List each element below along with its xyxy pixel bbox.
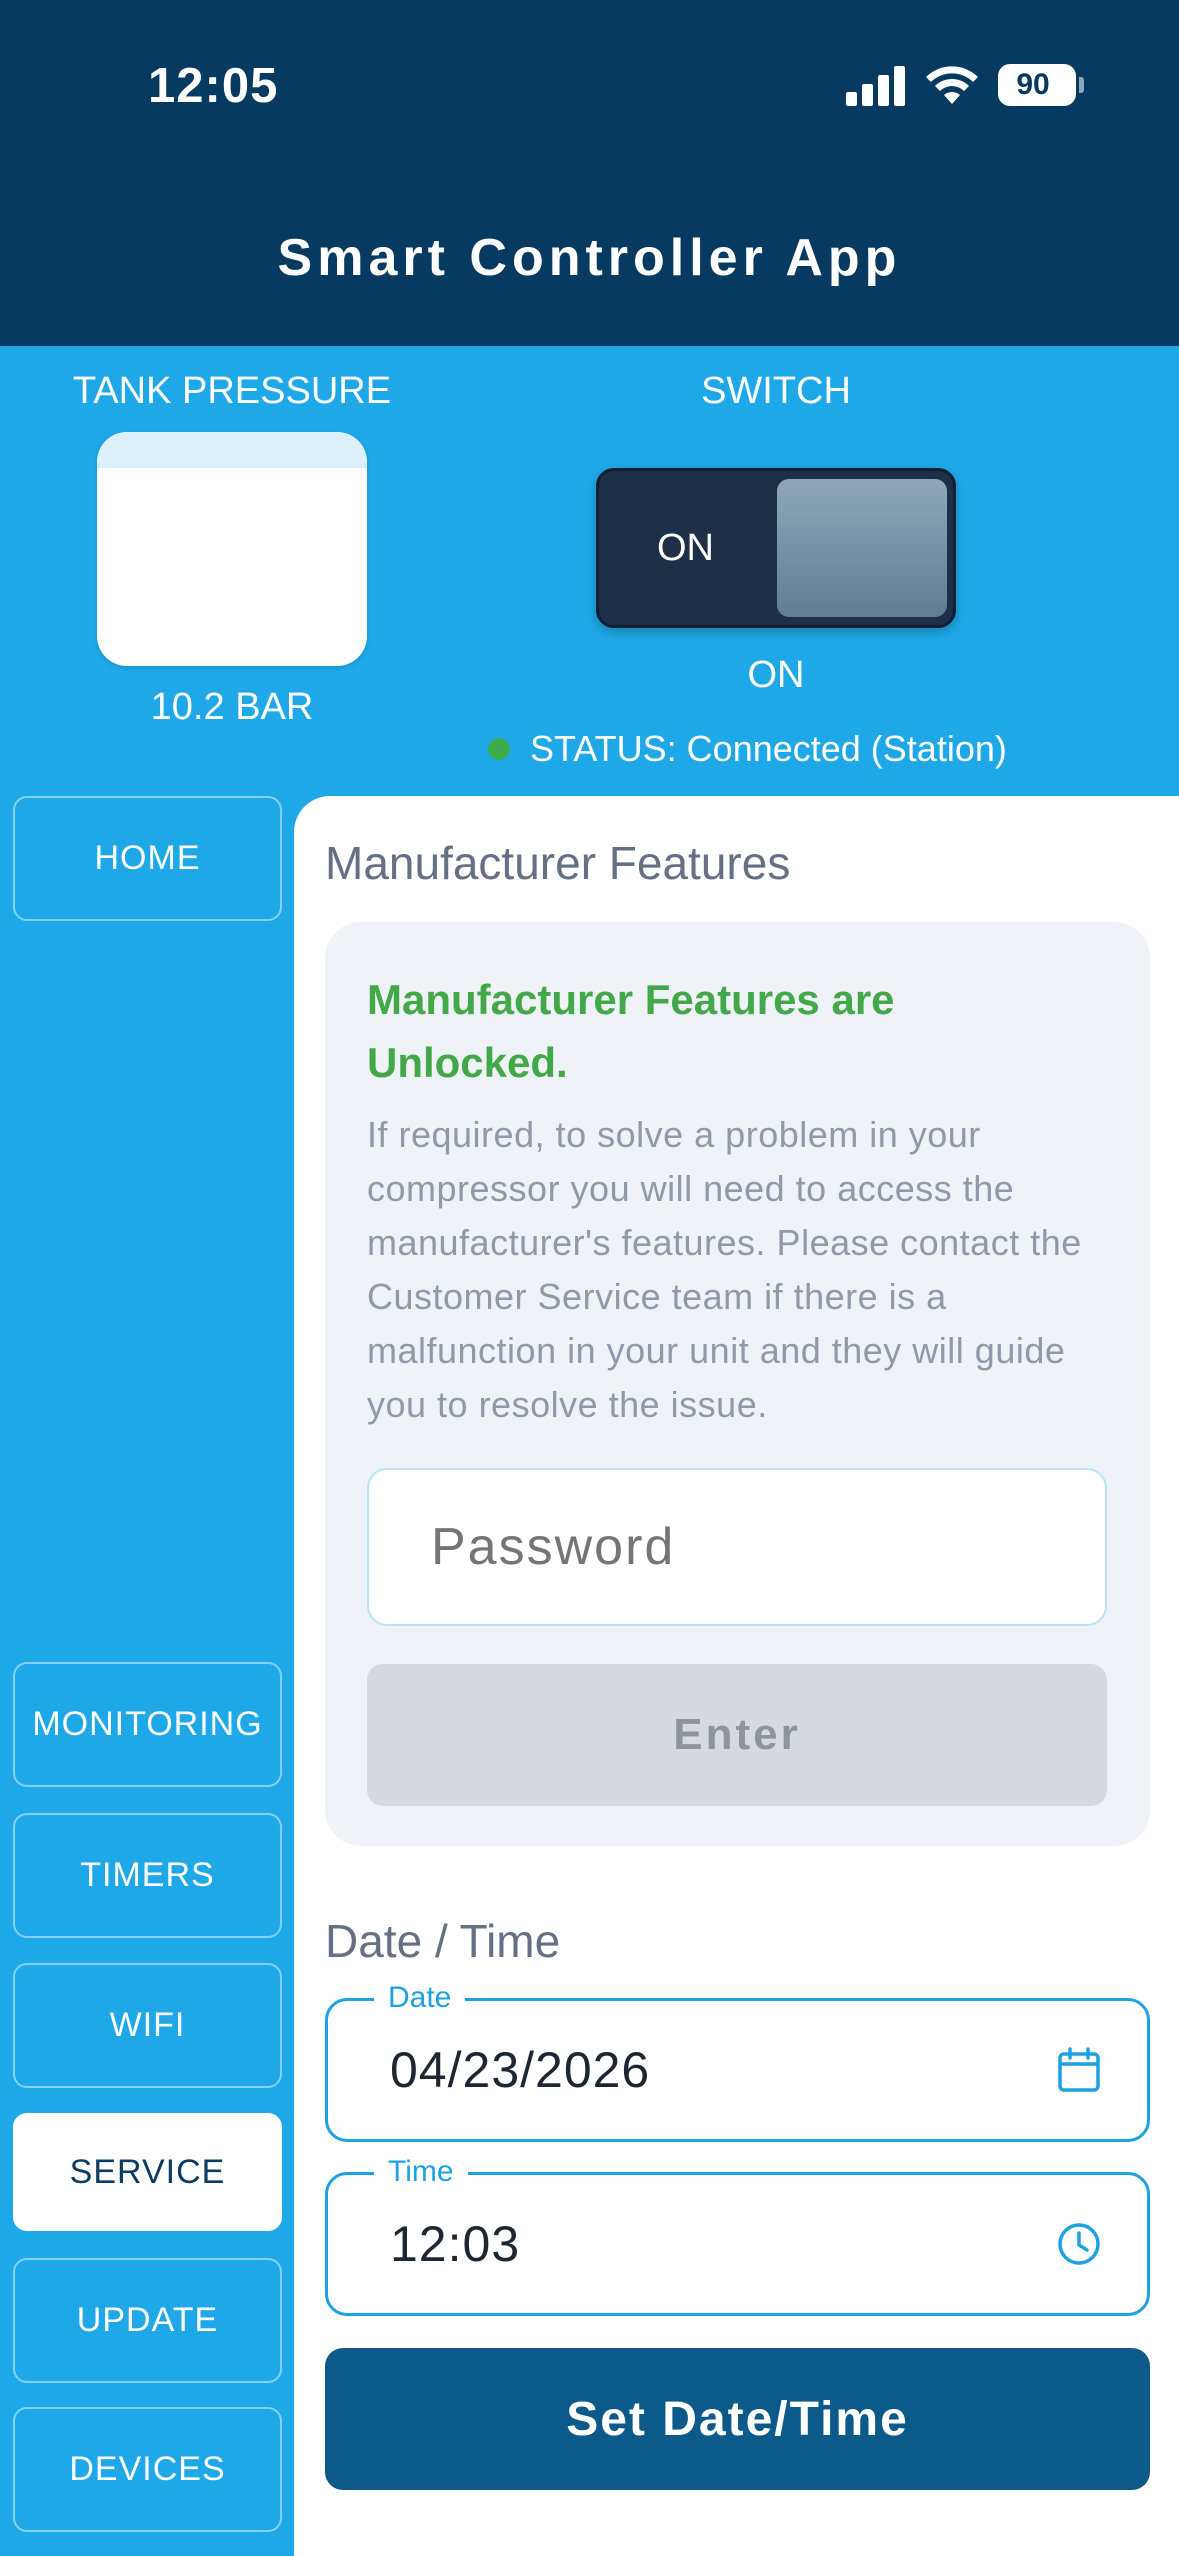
sidebar-item-wifi[interactable]: WIFI <box>13 1963 282 2088</box>
tank-pressure-value: 10.2 BAR <box>150 686 314 728</box>
status-icons: 90 <box>846 62 1086 112</box>
time-value: 12:03 <box>390 2216 521 2272</box>
set-date-time-button[interactable]: Set Date/Time <box>325 2348 1150 2490</box>
status-text: STATUS: Connected (Station) <box>530 728 1007 769</box>
manufacturer-features-title: Manufacturer Features <box>325 837 791 889</box>
sidebar-item-timers[interactable]: TIMERS <box>13 1813 282 1938</box>
password-input[interactable] <box>367 1468 1107 1626</box>
cellular-signal-icon <box>846 66 908 106</box>
sidebar-item-update[interactable]: UPDATE <box>13 2258 282 2383</box>
switch-state: ON <box>747 654 805 696</box>
switch-label: SWITCH <box>701 370 851 412</box>
sidebar-item-service[interactable]: SERVICE <box>13 2113 282 2231</box>
status-dot-icon <box>488 738 510 760</box>
date-time-title: Date / Time <box>325 1915 561 1967</box>
tank-level-fill <box>97 432 367 468</box>
date-value: 04/23/2026 <box>390 2042 651 2098</box>
time-field[interactable]: Time 12:03 <box>325 2155 1150 2316</box>
switch-toggle-text: ON <box>657 527 714 569</box>
enter-button[interactable]: Enter <box>367 1664 1107 1806</box>
clock-icon[interactable] <box>1055 2220 1103 2268</box>
connection-status: STATUS: Connected (Station) <box>488 728 1007 770</box>
manufacturer-description: If required, to solve a problem in your … <box>367 1114 1082 1425</box>
sidebar-item-devices[interactable]: DEVICES <box>13 2407 282 2532</box>
app-header: 12:05 90 Smart Controller App <box>0 0 1179 346</box>
wifi-icon <box>926 66 978 104</box>
date-field[interactable]: Date 04/23/2026 <box>325 1981 1150 2142</box>
manufacturer-features-card: Manufacturer Features are Unlocked. If r… <box>325 922 1150 1846</box>
power-switch[interactable]: ON <box>596 468 956 628</box>
sidebar-item-monitoring[interactable]: MONITORING <box>13 1662 282 1787</box>
app-title: Smart Controller App <box>277 229 902 287</box>
calendar-icon[interactable] <box>1055 2046 1103 2094</box>
tank-pressure-gauge <box>97 432 367 666</box>
sidebar-item-home[interactable]: HOME <box>13 796 282 921</box>
switch-knob[interactable] <box>777 479 947 617</box>
service-panel: Manufacturer Features Manufacturer Featu… <box>294 796 1179 2556</box>
status-time: 12:05 <box>148 59 279 113</box>
tank-pressure-label: TANK PRESSURE <box>72 370 392 412</box>
unlocked-message: Manufacturer Features are Unlocked. <box>367 976 895 1086</box>
battery-icon: 90 <box>998 64 1084 106</box>
